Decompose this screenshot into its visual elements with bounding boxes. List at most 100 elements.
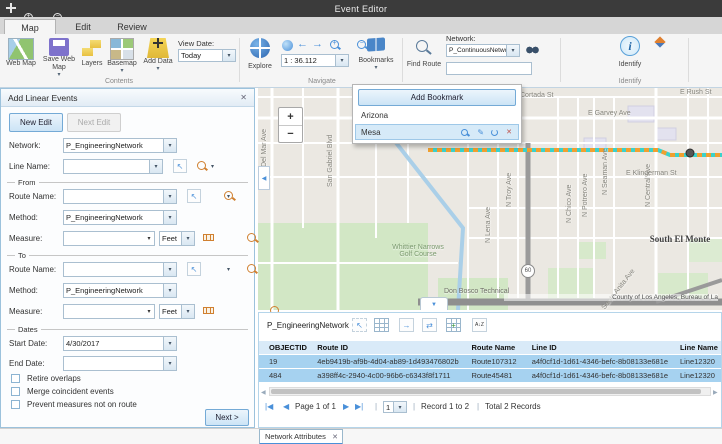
view-date-select[interactable]: Today ▾: [178, 49, 236, 62]
end-date-select[interactable]: ▾: [63, 356, 177, 371]
table-row[interactable]: 484 a398ff4c-2940-4c00-96b6-c6343f8f1711…: [259, 369, 721, 382]
panel-close-icon[interactable]: ✕: [240, 93, 254, 102]
sort-ascending-icon[interactable]: A↓Z: [472, 318, 487, 332]
start-date-select[interactable]: 4/30/2017 ▾: [63, 336, 177, 351]
swap-glyph: ⇄: [426, 321, 433, 330]
horizontal-scrollbar[interactable]: [269, 387, 711, 396]
save-web-map-button[interactable]: Save Web Map ▾: [40, 38, 78, 78]
pushpin-icon[interactable]: [654, 36, 665, 47]
tab-review[interactable]: Review: [106, 19, 158, 34]
route-input[interactable]: [446, 62, 532, 75]
map-zoom-out-button[interactable]: −: [279, 126, 302, 142]
to-route-name-select[interactable]: ▾: [63, 262, 177, 277]
cell-objectid: 484: [259, 369, 315, 382]
from-measure-ruler-icon[interactable]: [203, 234, 214, 241]
to-measure-label: Measure:: [9, 307, 42, 316]
pan-to-selection-icon[interactable]: ⇄: [422, 318, 437, 332]
event-editor-window: + − Event Editor Map Edit Review Web Map…: [0, 0, 722, 444]
new-edit-label: New Edit: [20, 118, 52, 127]
full-extent-globe-icon[interactable]: [282, 40, 293, 51]
bookmark-item-mesa[interactable]: Mesa ✎ ✕: [355, 124, 519, 140]
to-measure-ruler-icon[interactable]: [203, 307, 214, 314]
attribute-set-icon[interactable]: +: [446, 318, 461, 332]
from-unit-select[interactable]: Feet ▾: [159, 231, 195, 246]
first-page-button[interactable]: |◀: [265, 401, 273, 413]
network-arrow-icon: ▾: [506, 45, 519, 56]
add-data-label: Add Data: [140, 58, 176, 66]
add-bookmark-button[interactable]: Add Bookmark: [358, 89, 516, 106]
from-select-on-map-icon[interactable]: ↖: [187, 189, 201, 203]
bookmarks-button[interactable]: Bookmarks ▾: [354, 38, 398, 71]
page-number-select[interactable]: 1 ▾: [383, 401, 407, 413]
next-button[interactable]: Next >: [205, 409, 249, 426]
bookmark-zoom-icon[interactable]: [461, 129, 468, 136]
column-header-line-name[interactable]: Line Name: [680, 341, 720, 354]
panel-network-select[interactable]: P_EngineeringNetwork ▾: [63, 138, 177, 153]
to-zoom-icon[interactable]: [247, 264, 256, 273]
left-triangle-glyph: ◀: [262, 175, 267, 182]
from-measure-input[interactable]: ▾: [63, 231, 155, 246]
from-route-name-select[interactable]: ▾: [63, 189, 177, 204]
network-select[interactable]: P_ContinuousNetwork ▾: [446, 44, 520, 57]
select-line-on-map-icon[interactable]: ↖: [173, 159, 187, 173]
to-unit-select[interactable]: Feet ▾: [159, 304, 195, 319]
collapse-panel-arrow[interactable]: ◀: [258, 166, 270, 190]
column-header-route-name[interactable]: Route Name: [471, 341, 529, 354]
line-zoom-icon[interactable]: [197, 161, 206, 170]
tab-close-icon[interactable]: ✕: [332, 433, 342, 441]
previous-page-button[interactable]: ◀: [283, 401, 289, 413]
column-header-objectid[interactable]: OBJECTID: [259, 341, 315, 354]
to-select-on-map-icon[interactable]: ↖: [187, 262, 201, 276]
basemap-button[interactable]: Basemap ▾: [104, 38, 140, 74]
previous-extent-icon[interactable]: ←: [297, 38, 308, 50]
group-divider: [688, 38, 689, 82]
ribbon-zoom-in-icon[interactable]: +: [330, 40, 339, 49]
retire-overlaps-checkbox[interactable]: [11, 374, 20, 383]
scroll-right-arrow[interactable]: ▶: [713, 387, 718, 399]
panel-title: Add Linear Events: [1, 93, 240, 103]
to-measure-input[interactable]: ▾: [63, 304, 155, 319]
bookmark-edit-icon[interactable]: ✎: [477, 128, 484, 137]
scrollbar-thumb[interactable]: [271, 389, 701, 394]
bookmark-item-arizona[interactable]: Arizona: [355, 108, 519, 122]
table-options-icon[interactable]: [374, 318, 389, 332]
tab-edit[interactable]: Edit: [60, 19, 106, 34]
line-zoom-caret-icon[interactable]: ▾: [211, 164, 214, 170]
from-measure-zoom-icon[interactable]: [247, 233, 256, 242]
to-zoom-caret-icon[interactable]: ▾: [227, 267, 230, 273]
select-records-icon[interactable]: ↖: [352, 318, 367, 332]
next-extent-icon[interactable]: →: [312, 38, 323, 50]
map-zoom-in-button[interactable]: +: [279, 108, 302, 126]
bookmark-refresh-icon[interactable]: [491, 129, 498, 136]
group-divider: [239, 38, 240, 82]
merge-coincident-checkbox[interactable]: [11, 387, 20, 396]
binoculars-icon[interactable]: [526, 46, 539, 54]
column-header-line-id[interactable]: Line ID: [532, 341, 678, 354]
from-zoom-caret-icon[interactable]: ▾: [227, 194, 230, 200]
add-data-button[interactable]: Add Data ▾: [140, 38, 176, 72]
map-scale-select[interactable]: 1 : 36.112 ▾: [281, 54, 349, 67]
scroll-left-arrow[interactable]: ◀: [261, 387, 266, 399]
new-edit-button[interactable]: New Edit: [9, 113, 63, 132]
to-route-name-label: Route Name:: [9, 265, 56, 274]
network-attributes-tab[interactable]: Network Attributes ✕: [259, 429, 343, 444]
column-header-route-id[interactable]: Route ID: [317, 341, 469, 354]
web-map-button[interactable]: Web Map: [4, 38, 38, 68]
identify-button[interactable]: i Identify: [608, 36, 652, 69]
find-route-button[interactable]: Find Route: [406, 40, 442, 69]
line-name-select[interactable]: ▾: [63, 159, 163, 174]
next-edit-button[interactable]: Next Edit: [67, 113, 121, 132]
next-page-button[interactable]: ▶: [343, 401, 349, 413]
to-method-select[interactable]: P_EngineeringNetwork ▾: [63, 283, 177, 298]
from-method-select[interactable]: P_EngineeringNetwork ▾: [63, 210, 177, 225]
explore-button[interactable]: Explore: [244, 38, 276, 71]
pager-separator: |: [477, 401, 479, 413]
map-zoom-control: + −: [278, 107, 303, 143]
bookmark-delete-icon[interactable]: ✕: [506, 128, 512, 136]
last-page-button[interactable]: ▶|: [355, 401, 363, 413]
from-group-rule: From: [7, 182, 248, 184]
prevent-measures-checkbox[interactable]: [11, 400, 20, 409]
collapse-table-arrow[interactable]: ▼: [420, 297, 448, 310]
zoom-to-selection-icon[interactable]: →: [399, 318, 414, 332]
table-row[interactable]: 19 4eb9419b-af9b-4d04-ab89-1d493476802b …: [259, 355, 721, 368]
